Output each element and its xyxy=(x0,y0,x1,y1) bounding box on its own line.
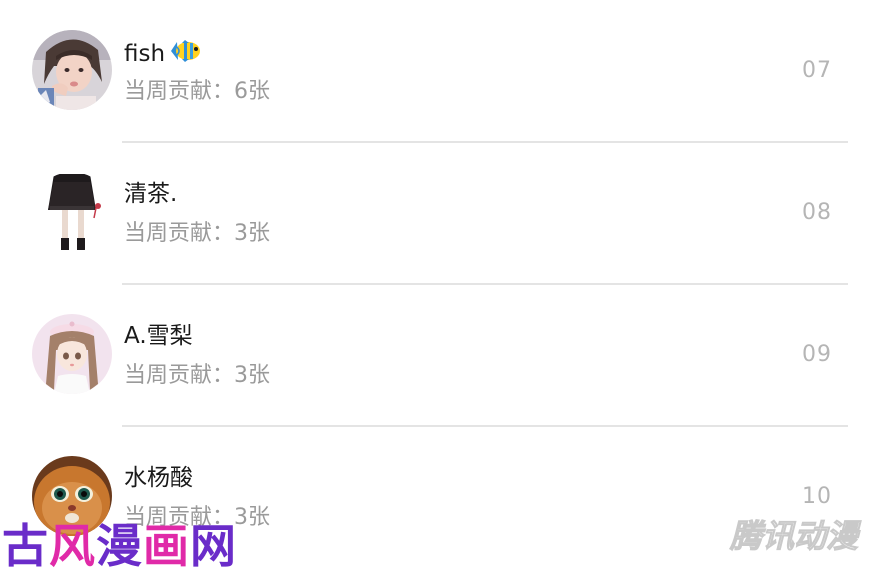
contribution-count: 当周贡献：3张 xyxy=(124,363,270,388)
contributor-list-page: fish 当周贡献：6张 07 清茶. 当周贡献：3张 08 A.雪梨 当周贡献… xyxy=(0,0,880,575)
avatar-anime-girl-beret-image xyxy=(32,314,112,394)
contributor-name: fish xyxy=(124,38,203,71)
list-item-contributor[interactable]: fish 当周贡献：6张 07 xyxy=(0,0,880,142)
watermark-char: 风 xyxy=(49,519,96,573)
rank-number: 08 xyxy=(802,200,832,225)
list-item-contributor[interactable]: 清茶. 当周贡献：3张 08 xyxy=(0,142,880,284)
watermark-char: 漫 xyxy=(96,519,143,573)
watermark-site-logo-text: 古风漫画网 xyxy=(2,520,237,572)
contributor-name: A.雪梨 xyxy=(124,323,193,349)
contributor-name-text: fish xyxy=(124,41,166,67)
watermark-site-logo: 古风漫画网 xyxy=(2,520,237,572)
list-item-contributor[interactable]: A.雪梨 当周贡献：3张 09 xyxy=(0,284,880,426)
avatar[interactable] xyxy=(32,314,112,394)
rank-number: 10 xyxy=(802,484,832,509)
avatar-skirt-legs-image xyxy=(32,172,112,252)
contributor-name: 水杨酸 xyxy=(124,465,193,491)
contribution-count: 当周贡献：3张 xyxy=(124,221,270,246)
avatar[interactable] xyxy=(32,30,112,110)
watermark-platform-logo: 腾讯动漫 xyxy=(729,517,858,556)
avatar[interactable] xyxy=(32,172,112,252)
tropical-fish-icon xyxy=(169,38,203,71)
watermark-char: 古 xyxy=(2,519,49,573)
watermark-char: 画 xyxy=(143,519,190,573)
watermark-char: 网 xyxy=(190,519,237,573)
rank-number: 09 xyxy=(802,342,832,367)
contribution-count: 当周贡献：6张 xyxy=(124,79,270,104)
avatar-girl-photo-image xyxy=(32,30,112,110)
contributor-name: 清茶. xyxy=(124,181,178,207)
rank-number: 07 xyxy=(802,58,832,83)
